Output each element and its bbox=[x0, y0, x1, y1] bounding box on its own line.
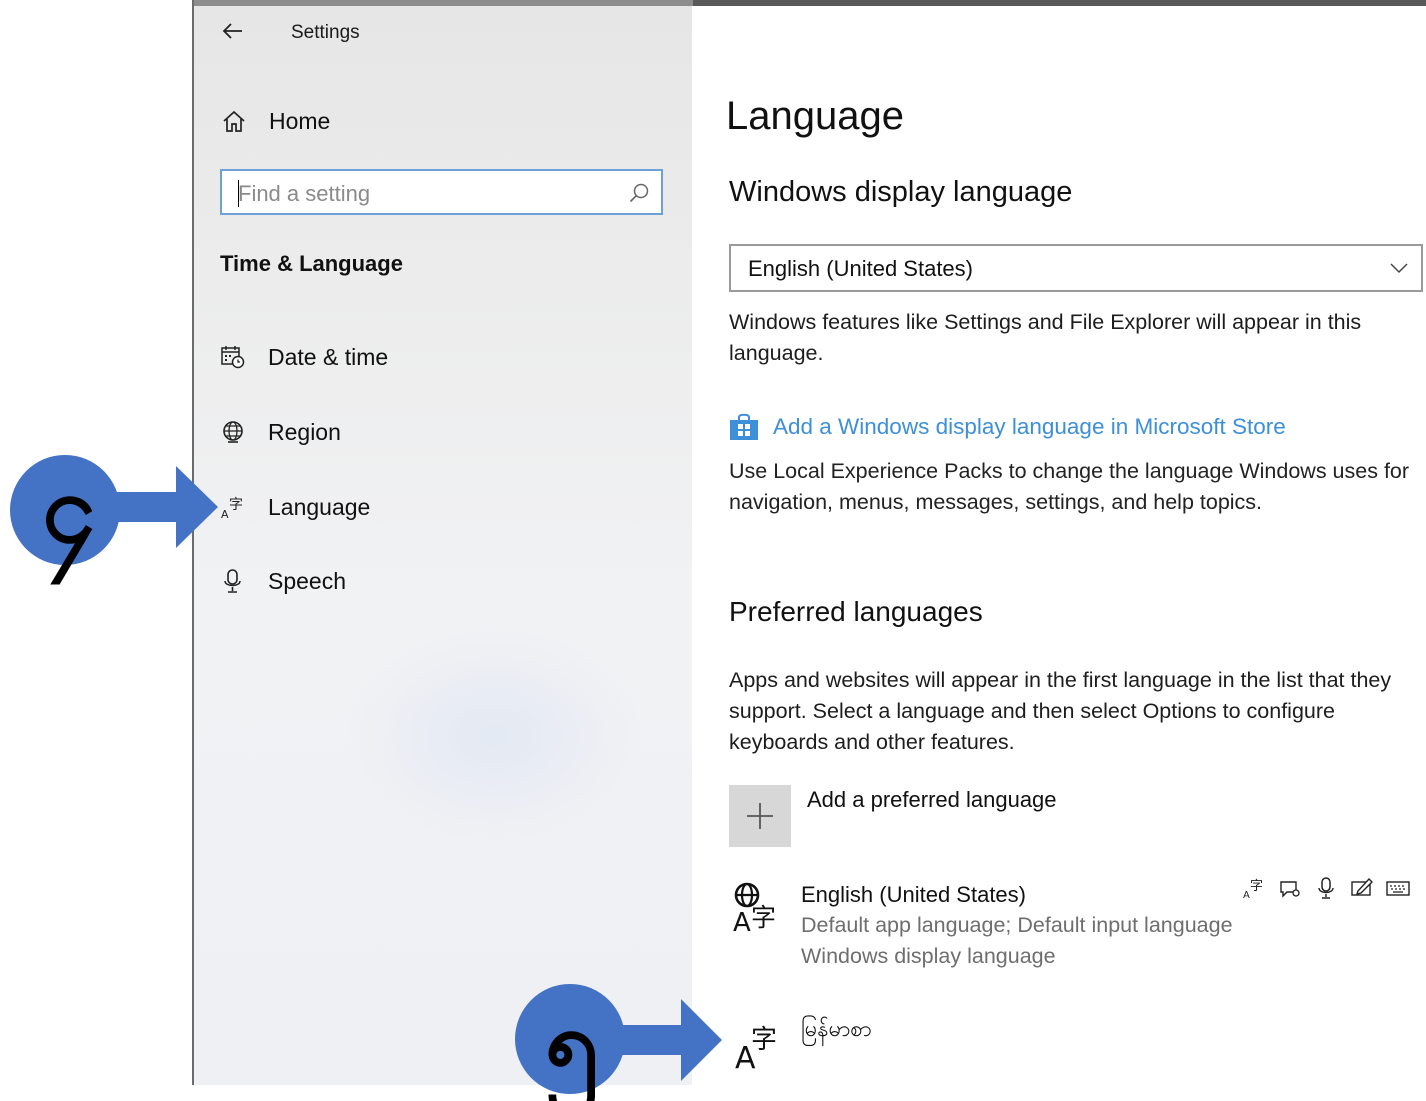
globe-icon bbox=[220, 419, 246, 445]
dropdown-selected-value: English (United States) bbox=[748, 256, 973, 281]
page-title: Language bbox=[726, 94, 904, 138]
sidebar-item-speech[interactable]: Speech bbox=[220, 564, 346, 598]
svg-text:A: A bbox=[733, 908, 751, 936]
microsoft-store-icon bbox=[730, 413, 758, 440]
back-button[interactable] bbox=[220, 18, 246, 44]
sidebar-item-label: Region bbox=[268, 418, 341, 445]
plus-icon bbox=[729, 785, 791, 847]
svg-text:字: 字 bbox=[229, 497, 243, 513]
sidebar-item-region[interactable]: Region bbox=[220, 415, 341, 449]
svg-text:字: 字 bbox=[751, 903, 776, 932]
sidebar-item-label: Speech bbox=[268, 567, 347, 594]
section-title: Time & Language bbox=[220, 251, 403, 276]
add-preferred-language-button[interactable]: Add a preferred language bbox=[729, 785, 1057, 847]
home-icon bbox=[223, 110, 245, 132]
language-display-icon: A 字 bbox=[733, 882, 776, 936]
language-icon: A 字 bbox=[735, 1025, 777, 1072]
sidebar-item-date-time[interactable]: Date & time bbox=[220, 340, 388, 374]
language-item-myanmar[interactable]: A 字 မြန်မာစာ bbox=[729, 1012, 1419, 1072]
preferred-languages-description: Apps and websites will appear in the fir… bbox=[729, 668, 1392, 754]
sidebar-item-label: Language bbox=[268, 493, 371, 520]
window-title: Settings bbox=[291, 22, 360, 43]
language-feature-icons: A 字 bbox=[1242, 876, 1410, 900]
sidebar-acrylic-glow bbox=[344, 626, 644, 846]
display-language-dropdown[interactable]: English (United States) bbox=[729, 244, 1423, 292]
language-name: မြန်မာစာ bbox=[801, 1016, 872, 1041]
back-arrow-icon bbox=[222, 23, 242, 39]
language-details: Default app language; Default input lang… bbox=[801, 913, 1233, 937]
svg-text:字: 字 bbox=[751, 1025, 777, 1055]
svg-text:字: 字 bbox=[1250, 879, 1263, 894]
sidebar bbox=[194, 6, 692, 1085]
search-input[interactable] bbox=[236, 179, 620, 209]
language-pack-icon: A 字 bbox=[1242, 876, 1266, 900]
annotation-number-4: ၄ bbox=[42, 452, 96, 564]
search-box[interactable] bbox=[220, 169, 663, 215]
annotation-arrow-5 bbox=[605, 999, 722, 1081]
text-caret bbox=[238, 180, 239, 207]
preferred-languages-heading: Preferred languages bbox=[729, 596, 983, 627]
search-icon[interactable] bbox=[627, 181, 651, 205]
annotation-number-5: ၅ bbox=[545, 987, 599, 1099]
home-nav[interactable]: Home bbox=[220, 104, 330, 138]
keyboard-icon bbox=[1386, 876, 1410, 900]
microphone-icon bbox=[1314, 876, 1338, 900]
store-link[interactable]: Add a Windows display language in Micros… bbox=[729, 412, 1286, 442]
sidebar-item-language[interactable]: A 字 Language bbox=[220, 490, 370, 524]
language-icon: A 字 bbox=[220, 494, 246, 520]
svg-text:A: A bbox=[1243, 890, 1250, 900]
language-name: English (United States) bbox=[801, 882, 1026, 907]
microphone-icon bbox=[220, 568, 246, 594]
home-label: Home bbox=[269, 107, 331, 134]
chevron-down-icon bbox=[1390, 263, 1408, 274]
store-description: Use Local Experience Packs to change the… bbox=[729, 459, 1410, 514]
add-language-label: Add a preferred language bbox=[807, 787, 1057, 812]
calendar-clock-icon bbox=[220, 344, 246, 370]
display-language-heading: Windows display language bbox=[729, 176, 1073, 208]
handwriting-icon bbox=[1350, 876, 1374, 900]
speech-display-icon bbox=[1278, 876, 1302, 900]
store-link-text[interactable]: Add a Windows display language in Micros… bbox=[773, 414, 1286, 440]
annotation-arrow-4 bbox=[100, 466, 218, 548]
sidebar-item-label: Date & time bbox=[268, 343, 389, 370]
language-details: Windows display language bbox=[801, 944, 1056, 968]
svg-text:A: A bbox=[221, 508, 229, 520]
display-language-description: Windows features like Settings and File … bbox=[729, 310, 1362, 365]
